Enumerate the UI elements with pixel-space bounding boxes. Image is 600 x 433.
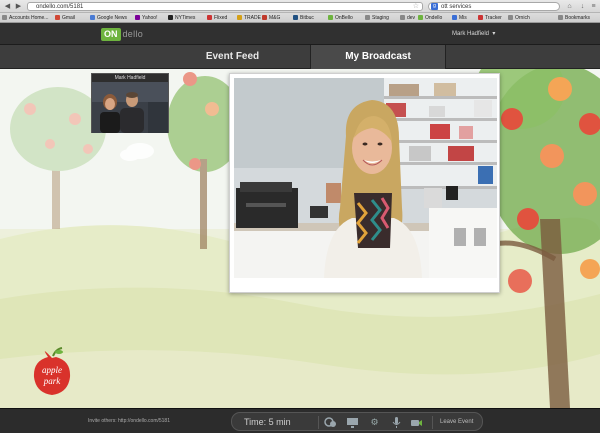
broadcast-video[interactable] [234, 78, 497, 278]
back-icon[interactable]: ◀ [3, 2, 12, 11]
bookmark-item[interactable]: Ornich [508, 13, 530, 22]
self-view-thumbnail[interactable]: Mark Hadfield [91, 73, 169, 133]
ondello-logo[interactable]: ON dello [101, 27, 143, 41]
event-stage: apple park Mark Hadfield [0, 69, 600, 408]
bookmark-favicon-icon [90, 15, 95, 21]
google-icon: g [431, 3, 438, 10]
logo-on: ON [101, 27, 121, 41]
control-bar: Time: 5 min ⚙ Leave Event [231, 412, 483, 431]
tab-my-broadcast[interactable]: My Broadcast [310, 45, 446, 69]
bookmark-item[interactable]: Tracker [478, 13, 502, 22]
bookmark-favicon-icon [328, 15, 333, 21]
menu-icon[interactable]: ≡ [589, 2, 598, 11]
leave-event-button[interactable]: Leave Event [440, 413, 473, 432]
user-name: Mark Hadfield [452, 31, 490, 37]
bookmark-favicon-icon [478, 15, 483, 21]
bookmark-label: TRADE [244, 15, 261, 21]
chevron-down-icon: ▾ [490, 31, 496, 37]
bookmark-label: Google News [97, 15, 128, 21]
event-timer: Time: 5 min [244, 417, 291, 427]
bookmark-favicon-icon [168, 15, 173, 21]
bookmark-label: M&G [269, 15, 281, 21]
bookmark-favicon-icon [418, 15, 423, 21]
divider [318, 416, 319, 429]
bookmark-item[interactable]: M&G [262, 13, 281, 22]
chat-icon[interactable] [324, 416, 337, 429]
bookmark-label: Flixed [214, 15, 228, 21]
bookmark-favicon-icon [55, 15, 60, 21]
bookmark-item[interactable]: Yahoo! [135, 13, 158, 22]
bookmarks-bar: Accounts Home... Gmail Google News Yahoo! NY… [0, 13, 600, 23]
tab-event-feed[interactable]: Event Feed [155, 45, 310, 69]
self-view-video [92, 82, 168, 133]
address-bar[interactable]: ondello.com/5181 ☆ [27, 2, 423, 11]
apple-park-line2: park [43, 376, 62, 386]
bookmark-item[interactable]: OnBello [328, 13, 353, 22]
download-icon[interactable]: ↓ [578, 2, 587, 11]
browser-toolbar: ◀ ▶ ondello.com/5181 ☆ g ott services ⌂ … [0, 0, 600, 13]
bookmark-favicon-icon [262, 15, 267, 21]
bookmark-item[interactable]: Mis [452, 13, 467, 22]
invite-link[interactable]: Invite others: http://ondello.com/5181 [88, 417, 170, 426]
bookmark-favicon-icon [508, 15, 513, 21]
bottom-bar: Invite others: http://ondello.com/5181 T… [0, 408, 600, 433]
camera-icon[interactable] [410, 416, 423, 429]
address-bar-url: ondello.com/5181 [36, 4, 84, 10]
tab-bar: Event Feed My Broadcast [0, 45, 600, 69]
apple-park-line1: apple [42, 365, 62, 375]
logo-rest: dello [122, 29, 144, 39]
bookmark-favicon-icon [237, 15, 242, 21]
search-bar[interactable]: g ott services [428, 2, 560, 11]
bookmark-label: Accounts Home... [9, 15, 49, 21]
bookmark-label: Tracker [485, 15, 502, 21]
gear-icon[interactable]: ⚙ [368, 416, 381, 429]
bookmark-favicon-icon [452, 15, 457, 21]
bookmark-favicon-icon [135, 15, 140, 21]
home-icon[interactable]: ⌂ [565, 2, 574, 11]
bookmark-label: Ornich [515, 15, 530, 21]
app-window: ◀ ▶ ondello.com/5181 ☆ g ott services ⌂ … [0, 0, 600, 433]
bookmark-item[interactable]: NYTimes [168, 13, 196, 22]
user-menu[interactable]: Mark Hadfield ▾ [452, 29, 495, 39]
bookmark-label: Bookmarks [565, 15, 591, 21]
bookmark-item[interactable]: TRADE [237, 13, 261, 22]
broadcast-video-frame [229, 73, 500, 293]
bookmark-favicon-icon [365, 15, 370, 21]
bookmark-favicon-icon [558, 15, 563, 21]
bookmark-item[interactable]: Google News [90, 13, 128, 22]
microphone-icon[interactable] [390, 416, 403, 429]
bookmark-label: Staging [372, 15, 389, 21]
screen-share-icon[interactable] [346, 416, 359, 429]
bookmark-label: dev [407, 15, 416, 21]
forward-icon[interactable]: ▶ [14, 2, 23, 11]
search-bar-text: ott services [441, 4, 472, 10]
broadcast-scene [234, 78, 497, 278]
self-view-frame [92, 82, 168, 133]
bookmark-item[interactable]: Flixed [207, 13, 228, 22]
bookmark-item[interactable]: Accounts Home... [2, 13, 49, 22]
self-view-label: Mark Hadfield [92, 74, 168, 82]
bookmark-item[interactable]: Bookmarks [558, 13, 591, 22]
bookmark-favicon-icon [2, 15, 7, 21]
bookmark-label: Ondello [425, 15, 443, 21]
bookmark-label: NYTimes [175, 15, 196, 21]
bookmark-favicon-icon [207, 15, 212, 21]
bookmark-item[interactable]: Staging [365, 13, 389, 22]
bookmark-item[interactable]: Gmail [55, 13, 76, 22]
bookmark-favicon-icon [400, 15, 405, 21]
bookmark-label: OnBello [335, 15, 353, 21]
divider [432, 416, 433, 429]
bookmark-label: Bitbuc [300, 15, 314, 21]
bookmark-favicon-icon [293, 15, 298, 21]
star-icon[interactable]: ☆ [413, 3, 419, 11]
bookmark-item[interactable]: Ondello [418, 13, 443, 22]
bookmark-label: Mis [459, 15, 467, 21]
app-header: ON dello Mark Hadfield ▾ [0, 23, 600, 45]
bookmark-label: Gmail [62, 15, 76, 21]
bookmark-item[interactable]: Bitbuc [293, 13, 314, 22]
bookmark-label: Yahoo! [142, 15, 158, 21]
bookmark-item[interactable]: dev [400, 13, 416, 22]
